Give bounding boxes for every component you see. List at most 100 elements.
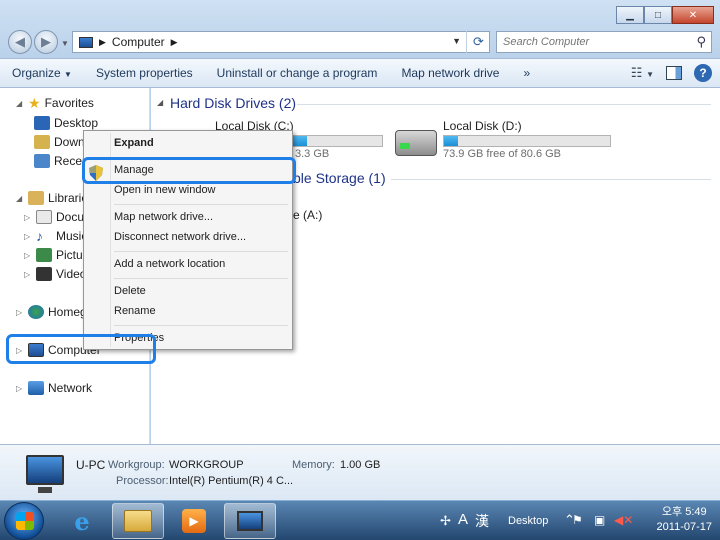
nav-music[interactable]: ▷ ♪ Music bbox=[24, 227, 87, 245]
recent-pages-dropdown-icon[interactable]: ▼ bbox=[61, 39, 69, 48]
nav-homegroup[interactable]: ▷ Homegr bbox=[16, 303, 91, 321]
media-player-icon: ▶ bbox=[182, 509, 206, 533]
breadcrumb-chevron-icon[interactable]: ▶ bbox=[171, 37, 178, 48]
details-pane: U-PC Workgroup: WORKGROUP Memory: 1.00 G… bbox=[0, 444, 720, 500]
network-tray-icon[interactable]: ▣ bbox=[594, 513, 605, 527]
start-button[interactable] bbox=[4, 502, 44, 540]
nav-favorites-label: Favorites bbox=[44, 96, 94, 110]
computer-large-icon bbox=[26, 455, 64, 493]
menu-item-rename[interactable]: Rename bbox=[114, 305, 156, 317]
ime-mode-a[interactable]: A bbox=[458, 511, 468, 528]
command-bar: Organize ▼ System properties Uninstall o… bbox=[0, 58, 720, 88]
processor-value: Intel(R) Pentium(R) 4 C... bbox=[169, 475, 294, 487]
back-arrow-icon: ◀ bbox=[15, 34, 25, 49]
expand-triangle-icon[interactable]: ▷ bbox=[16, 308, 24, 317]
network-icon bbox=[28, 381, 44, 395]
uninstall-program-button[interactable]: Uninstall or change a program bbox=[205, 66, 390, 80]
forward-button[interactable]: ▶ bbox=[34, 30, 58, 54]
close-button[interactable]: ✕ bbox=[672, 6, 714, 24]
menu-item-open-new-window[interactable]: Open in new window bbox=[114, 184, 216, 196]
drive-c-free-space: 3.3 GB bbox=[295, 148, 330, 160]
floppy-drive-a-name[interactable]: e (A:) bbox=[293, 208, 322, 222]
minimize-button[interactable]: ▁ bbox=[616, 6, 644, 24]
menu-separator bbox=[114, 251, 288, 252]
organize-label: Organize bbox=[12, 66, 61, 80]
organize-button[interactable]: Organize ▼ bbox=[0, 66, 84, 80]
map-network-drive-button[interactable]: Map network drive bbox=[389, 66, 511, 80]
breadcrumb-separator-icon[interactable]: ▶ bbox=[99, 37, 106, 48]
menu-item-add-network-location[interactable]: Add a network location bbox=[114, 258, 225, 270]
clock[interactable]: 오후 5:49 2011-07-17 bbox=[657, 505, 712, 535]
taskbar-windows-explorer[interactable] bbox=[112, 503, 164, 539]
volume-muted-icon[interactable]: ◀✕ bbox=[614, 513, 633, 527]
ime-settings-icon[interactable]: ✢ bbox=[440, 513, 451, 529]
removable-storage-group-header[interactable]: ble Storage (1) bbox=[293, 170, 386, 186]
search-box[interactable]: ⚲ bbox=[496, 31, 712, 53]
collapse-group-icon[interactable]: ◢ bbox=[157, 98, 163, 107]
expand-triangle-icon[interactable]: ▷ bbox=[24, 213, 32, 222]
taskbar-internet-explorer[interactable]: e bbox=[56, 503, 108, 539]
taskbar-computer[interactable] bbox=[224, 503, 276, 539]
menu-item-expand[interactable]: Expand bbox=[114, 137, 154, 149]
star-icon: ★ bbox=[28, 94, 41, 111]
nav-favorites[interactable]: ◢ ★ Favorites bbox=[16, 94, 94, 112]
group-divider bbox=[391, 179, 711, 180]
maximize-button[interactable]: □ bbox=[644, 6, 672, 24]
pictures-icon bbox=[36, 248, 52, 262]
computer-monitor-icon bbox=[237, 511, 263, 531]
folder-icon bbox=[124, 510, 152, 532]
toolbar-right: ☷ ▼ ? bbox=[631, 64, 712, 82]
music-icon: ♪ bbox=[36, 228, 43, 244]
refresh-icon: ⟳ bbox=[473, 34, 484, 49]
collapse-triangle-icon[interactable]: ◢ bbox=[16, 99, 24, 108]
change-view-icon[interactable]: ☷ ▼ bbox=[631, 65, 654, 81]
drive-d-name[interactable]: Local Disk (D:) bbox=[443, 119, 522, 133]
address-bar[interactable]: ▶ Computer ▶ ▼ bbox=[72, 31, 490, 53]
nav-network[interactable]: ▷ Network bbox=[16, 379, 92, 397]
refresh-button[interactable]: ⟳ bbox=[466, 31, 490, 53]
expand-triangle-icon[interactable]: ▷ bbox=[24, 251, 32, 260]
clock-time: 오후 5:49 bbox=[661, 506, 707, 518]
internet-explorer-icon: e bbox=[74, 506, 90, 536]
back-button[interactable]: ◀ bbox=[8, 30, 32, 54]
system-properties-button[interactable]: System properties bbox=[84, 66, 205, 80]
recent-places-icon bbox=[34, 154, 50, 168]
desktop-icon bbox=[34, 116, 50, 130]
drive-d-usage-bar bbox=[443, 135, 611, 147]
nav-downloads[interactable]: Downl bbox=[34, 133, 87, 151]
caption-buttons: ▁ □ ✕ bbox=[616, 6, 714, 24]
drive-d-icon[interactable] bbox=[395, 130, 437, 156]
computer-small-icon bbox=[79, 36, 93, 48]
nav-recent-places[interactable]: Recen bbox=[34, 152, 89, 170]
hard-disk-group-header[interactable]: Hard Disk Drives (2) bbox=[170, 95, 296, 111]
homegroup-icon bbox=[28, 305, 44, 319]
taskbar: e ▶ ✢ A 漢 Desktop ⌃ ⚑ ▣ ◀✕ 오후 5:49 2011-… bbox=[0, 500, 720, 540]
expand-triangle-icon[interactable]: ▷ bbox=[24, 232, 32, 241]
nav-videos[interactable]: ▷ Video bbox=[24, 265, 86, 283]
nav-videos-label: Video bbox=[56, 267, 87, 281]
expand-triangle-icon[interactable]: ▷ bbox=[24, 270, 32, 279]
preview-pane-icon[interactable] bbox=[666, 66, 682, 80]
action-center-flag-icon[interactable]: ⚑ bbox=[572, 513, 583, 527]
desktop-toolbar-label[interactable]: Desktop bbox=[508, 515, 548, 527]
address-dropdown-icon[interactable]: ▼ bbox=[452, 36, 461, 46]
menu-item-disconnect-network-drive[interactable]: Disconnect network drive... bbox=[114, 231, 246, 243]
taskbar-media-player[interactable]: ▶ bbox=[168, 503, 220, 539]
menu-item-map-network-drive[interactable]: Map network drive... bbox=[114, 211, 213, 223]
nav-pictures[interactable]: ▷ Pictur bbox=[24, 246, 87, 264]
downloads-icon bbox=[34, 135, 50, 149]
menu-item-delete[interactable]: Delete bbox=[114, 285, 146, 297]
nav-documents[interactable]: ▷ Docur bbox=[24, 208, 88, 226]
menu-separator bbox=[114, 325, 288, 326]
search-icon[interactable]: ⚲ bbox=[696, 34, 706, 50]
help-icon[interactable]: ? bbox=[694, 64, 712, 82]
breadcrumb-computer[interactable]: Computer bbox=[112, 35, 165, 49]
windows-logo-icon bbox=[16, 512, 34, 530]
search-input[interactable] bbox=[503, 36, 683, 48]
chevron-down-icon: ▼ bbox=[64, 70, 72, 79]
collapse-triangle-icon[interactable]: ◢ bbox=[16, 194, 24, 203]
expand-triangle-icon[interactable]: ▷ bbox=[16, 384, 24, 393]
more-commands-button[interactable]: » bbox=[511, 66, 542, 80]
ime-hanja[interactable]: 漢 bbox=[475, 511, 489, 531]
computer-name: U-PC bbox=[76, 458, 106, 472]
